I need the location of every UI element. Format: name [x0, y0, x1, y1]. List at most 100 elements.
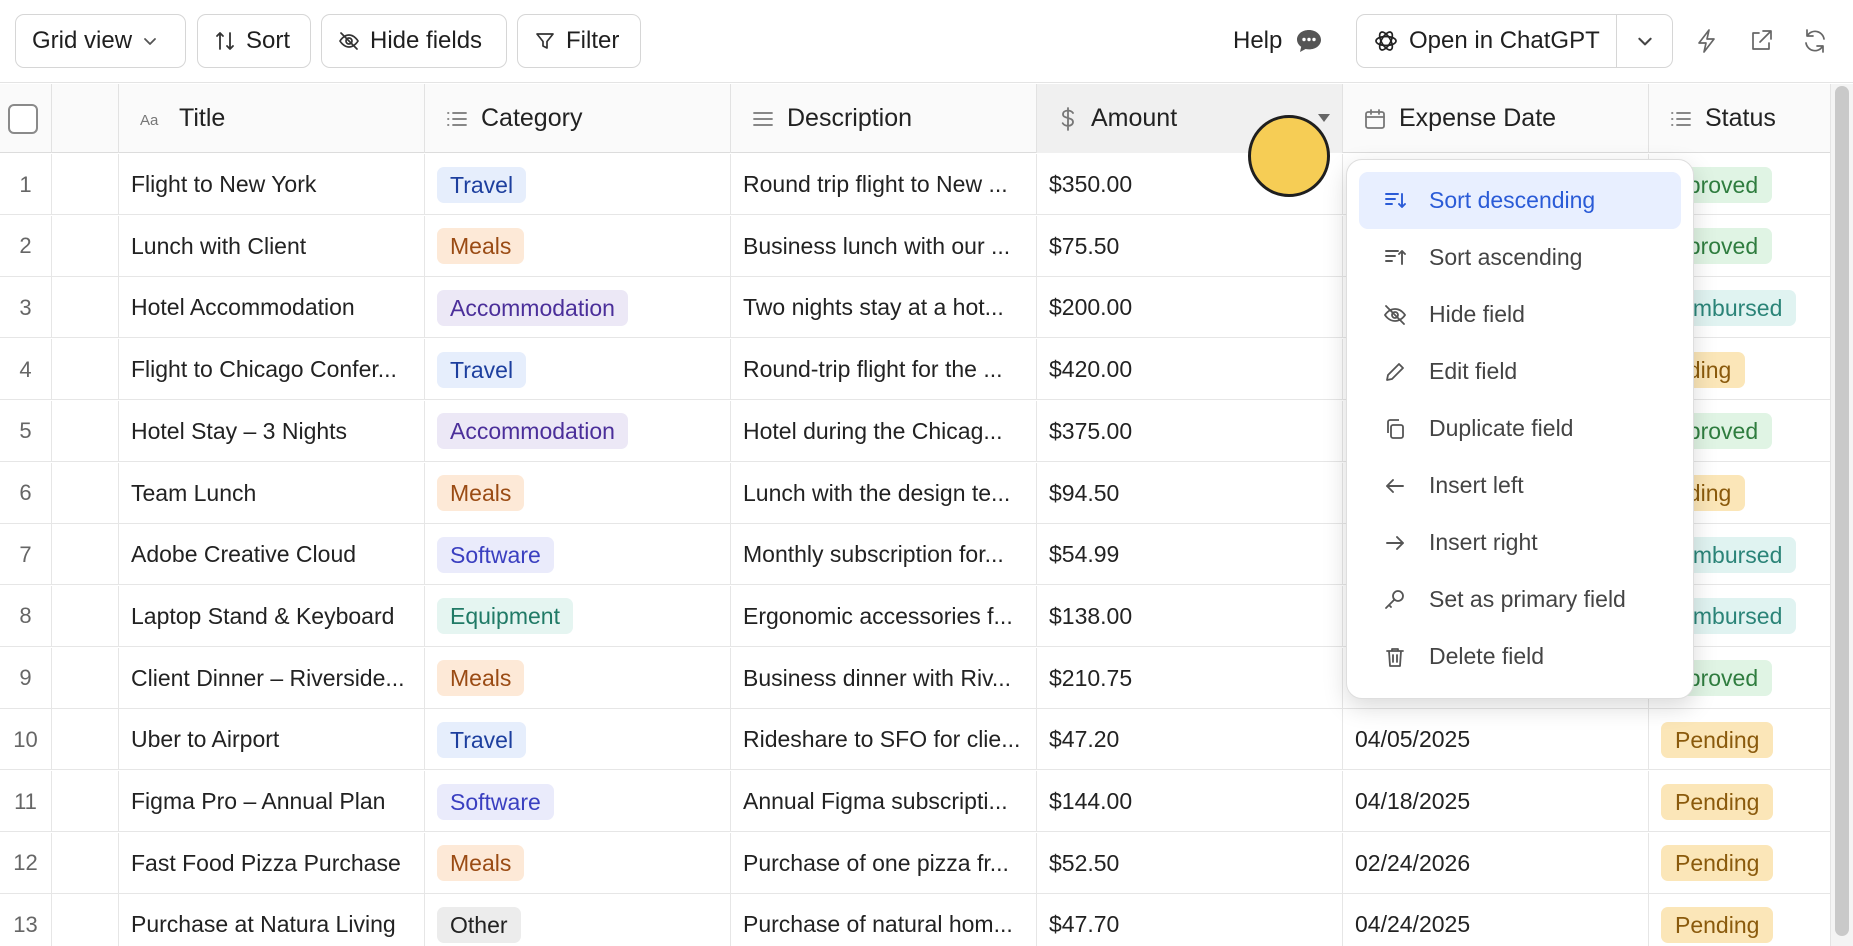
row-expand-cell[interactable]	[52, 339, 119, 401]
menu-item-sort-descending[interactable]: Sort descending	[1359, 172, 1681, 229]
column-header-status[interactable]: Status	[1649, 84, 1839, 153]
table-row[interactable]: 11 Figma Pro – Annual Plan Software Annual …	[0, 771, 1853, 832]
row-number[interactable]: 9	[0, 647, 52, 709]
row-expand-cell[interactable]	[52, 832, 119, 894]
row-number[interactable]: 5	[0, 400, 52, 462]
open-options-dropdown[interactable]	[1617, 15, 1672, 67]
row-number[interactable]: 3	[0, 277, 52, 339]
cell-amount[interactable]: $420.00	[1037, 339, 1343, 401]
row-number[interactable]: 6	[0, 462, 52, 524]
cell-expense-date[interactable]: 04/18/2025	[1343, 771, 1649, 832]
table-row[interactable]: 13 Purchase at Natura Living Other Purchase…	[0, 894, 1853, 946]
cell-description[interactable]: Round-trip flight for the ...	[731, 339, 1037, 401]
cell-status[interactable]: Pending	[1649, 709, 1839, 771]
cell-description[interactable]: Business dinner with Riv...	[731, 647, 1037, 709]
select-all-checkbox[interactable]	[8, 103, 38, 134]
cell-title[interactable]: Hotel Accommodation	[119, 277, 425, 339]
cell-amount[interactable]: $375.00	[1037, 400, 1343, 462]
row-number[interactable]: 4	[0, 339, 52, 401]
cell-description[interactable]: Annual Figma subscripti...	[731, 771, 1037, 832]
cell-description[interactable]: Monthly subscription for...	[731, 524, 1037, 586]
cell-title[interactable]: Figma Pro – Annual Plan	[119, 771, 425, 832]
automation-button[interactable]	[1690, 24, 1724, 58]
column-header-category[interactable]: Category	[425, 84, 731, 153]
row-expand-cell[interactable]	[52, 215, 119, 277]
cell-category[interactable]: Meals	[425, 462, 731, 524]
sort-button[interactable]: Sort	[197, 14, 311, 68]
cell-category[interactable]: Travel	[425, 709, 731, 771]
help-button[interactable]: Help	[1233, 14, 1324, 68]
cell-category[interactable]: Meals	[425, 215, 731, 277]
row-expand-cell[interactable]	[52, 462, 119, 524]
cell-expense-date[interactable]: 04/24/2025	[1343, 894, 1649, 946]
menu-item-edit-field[interactable]: Edit field	[1359, 343, 1681, 400]
cell-category[interactable]: Accommodation	[425, 277, 731, 339]
row-expand-cell[interactable]	[52, 277, 119, 339]
cell-title[interactable]: Client Dinner – Riverside...	[119, 647, 425, 709]
cell-amount[interactable]: $75.50	[1037, 215, 1343, 277]
cell-description[interactable]: Rideshare to SFO for clie...	[731, 709, 1037, 771]
cell-category[interactable]: Travel	[425, 154, 731, 215]
row-number[interactable]: 10	[0, 709, 52, 771]
cell-status[interactable]: Pending	[1649, 894, 1839, 946]
column-header-expense-date[interactable]: Expense Date	[1343, 84, 1649, 153]
caret-down-icon[interactable]	[1317, 113, 1331, 123]
row-expand-cell[interactable]	[52, 894, 119, 946]
table-row[interactable]: 12 Fast Food Pizza Purchase Meals Purchase …	[0, 832, 1853, 894]
row-number[interactable]: 11	[0, 771, 52, 832]
menu-item-insert-right[interactable]: Insert right	[1359, 514, 1681, 571]
cell-amount[interactable]: $138.00	[1037, 585, 1343, 647]
cell-title[interactable]: Lunch with Client	[119, 215, 425, 277]
cell-category[interactable]: Accommodation	[425, 400, 731, 462]
row-expand-cell[interactable]	[52, 771, 119, 832]
cell-description[interactable]: Ergonomic accessories f...	[731, 585, 1037, 647]
column-header-title[interactable]: Aa Title	[119, 84, 425, 153]
cell-expense-date[interactable]: 02/24/2026	[1343, 832, 1649, 894]
filter-button[interactable]: Filter	[517, 14, 641, 68]
row-number[interactable]: 13	[0, 894, 52, 946]
menu-item-insert-left[interactable]: Insert left	[1359, 457, 1681, 514]
cell-amount[interactable]: $47.70	[1037, 894, 1343, 946]
row-expand-cell[interactable]	[52, 709, 119, 771]
cell-description[interactable]: Purchase of one pizza fr...	[731, 832, 1037, 894]
cell-title[interactable]: Uber to Airport	[119, 709, 425, 771]
menu-item-delete-field[interactable]: Delete field	[1359, 628, 1681, 685]
menu-item-sort-ascending[interactable]: Sort ascending	[1359, 229, 1681, 286]
cell-category[interactable]: Travel	[425, 339, 731, 401]
vertical-scrollbar[interactable]	[1830, 84, 1853, 946]
cell-amount[interactable]: $54.99	[1037, 524, 1343, 586]
cell-title[interactable]: Purchase at Natura Living	[119, 894, 425, 946]
cell-amount[interactable]: $94.50	[1037, 462, 1343, 524]
cell-category[interactable]: Software	[425, 524, 731, 586]
cell-title[interactable]: Flight to New York	[119, 154, 425, 215]
cell-status[interactable]: Pending	[1649, 771, 1839, 832]
cell-description[interactable]: Purchase of natural hom...	[731, 894, 1037, 946]
cell-description[interactable]: Business lunch with our ...	[731, 215, 1037, 277]
row-expand-cell[interactable]	[52, 154, 119, 215]
cell-description[interactable]: Hotel during the Chicag...	[731, 400, 1037, 462]
menu-item-set-as-primary-field[interactable]: Set as primary field	[1359, 571, 1681, 628]
cell-amount[interactable]: $210.75	[1037, 647, 1343, 709]
cell-expense-date[interactable]: 04/05/2025	[1343, 709, 1649, 771]
cell-amount[interactable]: $200.00	[1037, 277, 1343, 339]
cell-title[interactable]: Laptop Stand & Keyboard	[119, 585, 425, 647]
cell-title[interactable]: Adobe Creative Cloud	[119, 524, 425, 586]
cell-description[interactable]: Two nights stay at a hot...	[731, 277, 1037, 339]
cell-description[interactable]: Round trip flight to New ...	[731, 154, 1037, 215]
row-number[interactable]: 12	[0, 832, 52, 894]
refresh-button[interactable]	[1798, 24, 1832, 58]
cell-category[interactable]: Other	[425, 894, 731, 946]
cell-title[interactable]: Fast Food Pizza Purchase	[119, 832, 425, 894]
row-expand-cell[interactable]	[52, 400, 119, 462]
cell-amount[interactable]: $47.20	[1037, 709, 1343, 771]
cell-category[interactable]: Meals	[425, 647, 731, 709]
scrollbar-thumb[interactable]	[1835, 86, 1849, 936]
row-expand-cell[interactable]	[52, 585, 119, 647]
cell-category[interactable]: Software	[425, 771, 731, 832]
cell-category[interactable]: Meals	[425, 832, 731, 894]
column-header-description[interactable]: Description	[731, 84, 1037, 153]
row-expand-cell[interactable]	[52, 524, 119, 586]
row-number[interactable]: 1	[0, 154, 52, 215]
row-expand-cell[interactable]	[52, 647, 119, 709]
cell-amount[interactable]: $52.50	[1037, 832, 1343, 894]
